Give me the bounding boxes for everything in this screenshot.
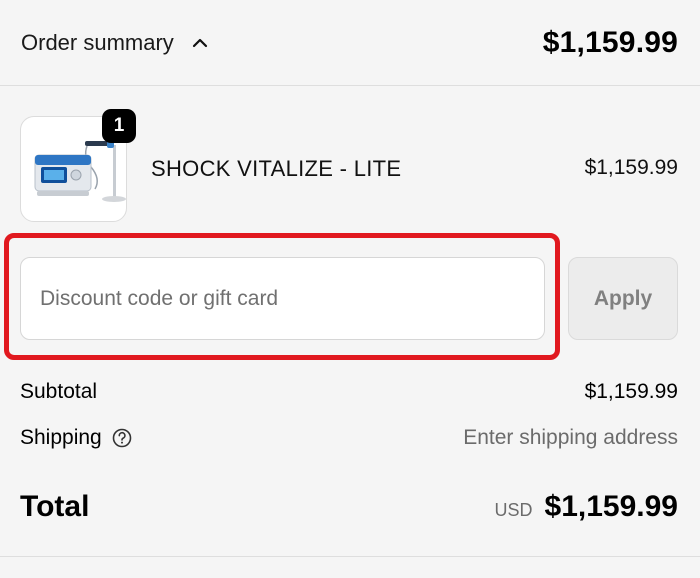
subtotal-label: Subtotal — [20, 380, 98, 403]
quantity-badge: 1 — [102, 109, 136, 143]
apply-discount-button[interactable]: Apply — [568, 257, 678, 340]
product-price: $1,159.99 — [584, 156, 678, 179]
order-summary-title: Order summary — [21, 29, 174, 55]
product-thumbnail: 1 — [20, 109, 136, 222]
product-name: SHOCK VITALIZE - LITE — [151, 156, 402, 181]
shipping-row: Shipping Enter shipping address — [20, 424, 678, 452]
shipping-label-group: Shipping — [20, 426, 133, 450]
shipping-label: Shipping — [20, 426, 102, 449]
total-row: Total USD $1,159.99 — [20, 485, 678, 529]
total-amount-group: USD $1,159.99 — [495, 490, 678, 524]
subtotal-row: Subtotal $1,159.99 — [20, 378, 678, 406]
discount-code-input[interactable] — [20, 257, 545, 340]
shipping-value: Enter shipping address — [463, 426, 678, 449]
total-value: $1,159.99 — [544, 490, 678, 523]
line-item: 1 SHOCK VITALIZE - LITE $1,159.99 — [20, 109, 680, 222]
help-circle-icon[interactable] — [111, 427, 133, 449]
order-summary-toggle[interactable]: Order summary $1,159.99 — [0, 0, 700, 86]
chevron-up-icon — [192, 38, 207, 47]
header-total-price: $1,159.99 — [542, 25, 678, 59]
total-label: Total — [20, 490, 90, 523]
order-summary-heading: Order summary — [21, 30, 208, 56]
bottom-divider — [0, 556, 700, 557]
subtotal-value: $1,159.99 — [584, 380, 678, 403]
currency-code: USD — [494, 500, 533, 520]
